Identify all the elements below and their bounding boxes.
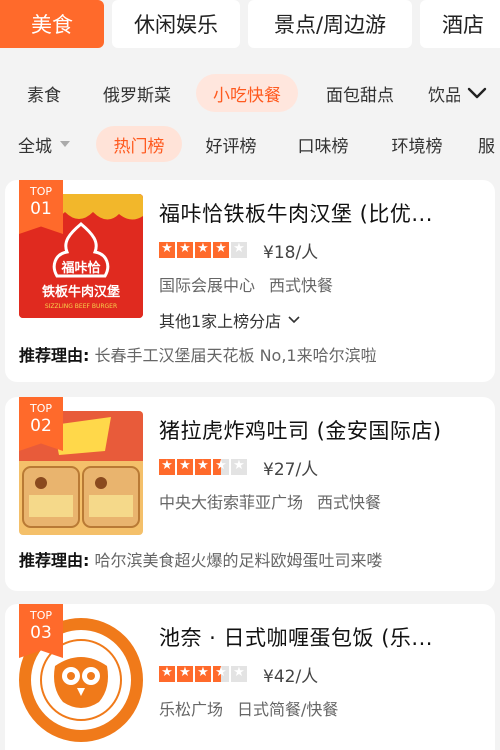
shop-tags: 中央大街索菲亚广场 西式快餐 bbox=[159, 489, 381, 513]
star-icon bbox=[231, 664, 247, 682]
subcat-russian[interactable]: 俄罗斯菜 bbox=[96, 74, 178, 112]
expand-chevron-icon[interactable] bbox=[460, 76, 494, 110]
reason-label: 推荐理由: bbox=[19, 551, 90, 570]
shop-name[interactable]: 池奈 · 日式咖喱蛋包饭 (乐... bbox=[159, 622, 489, 652]
star-icon bbox=[195, 457, 211, 475]
rating-stars bbox=[159, 240, 247, 258]
shop-tags: 乐松广场 日式简餐/快餐 bbox=[159, 696, 338, 720]
recommend-reason: 推荐理由: 长春手工汉堡届天花板 No,1来哈尔滨啦 bbox=[19, 342, 377, 366]
shop-card[interactable]: TOP03 池奈 · 日式咖喱蛋包饭 (乐... ¥42/人 乐松广场 日式简餐… bbox=[5, 604, 495, 750]
star-icon bbox=[177, 240, 193, 258]
star-icon bbox=[195, 240, 211, 258]
star-icon bbox=[177, 664, 193, 682]
price-per-person: ¥42/人 bbox=[263, 667, 319, 687]
star-icon bbox=[231, 240, 247, 258]
rating-stars bbox=[159, 664, 247, 682]
subcategory-tabs: 素食 俄罗斯菜 小吃快餐 面包甜点 饮品 bbox=[0, 70, 500, 116]
rank-tab-service[interactable]: 服 bbox=[478, 126, 500, 162]
logo-sub-text: SIZZLING BEEF BURGER bbox=[45, 303, 117, 310]
category-tabs: 美食 休闲娱乐 景点/周边游 酒店 bbox=[0, 0, 500, 50]
tab-hotel[interactable]: 酒店 bbox=[420, 0, 500, 48]
dropdown-caret-icon bbox=[60, 141, 70, 147]
reason-text: 哈尔滨美食超火爆的足料欧姆蛋吐司来喽 bbox=[94, 551, 383, 570]
star-icon bbox=[195, 664, 211, 682]
star-half-icon bbox=[213, 664, 229, 682]
cuisine-tag: 西式快餐 bbox=[269, 276, 334, 295]
subcat-bakery[interactable]: 面包甜点 bbox=[318, 74, 402, 112]
location-tag: 乐松广场 bbox=[159, 700, 224, 719]
price-per-person: ¥27/人 bbox=[263, 460, 319, 480]
tab-food[interactable]: 美食 bbox=[0, 0, 104, 48]
rank-badge: TOP 03 bbox=[19, 604, 63, 658]
rating-stars bbox=[159, 457, 247, 475]
rank-badge: TOP 02 bbox=[19, 397, 63, 451]
subcat-vegetarian[interactable]: 素食 bbox=[18, 74, 70, 112]
shop-name[interactable]: 福咔恰铁板牛肉汉堡 (比优... bbox=[159, 198, 489, 228]
shop-tags: 国际会展中心 西式快餐 bbox=[159, 272, 333, 296]
cuisine-tag: 西式快餐 bbox=[317, 493, 382, 512]
logo-title-text: 铁板牛肉汉堡 bbox=[41, 284, 120, 300]
location-tag: 中央大街索菲亚广场 bbox=[159, 493, 304, 512]
other-branches-link[interactable]: 其他1家上榜分店 bbox=[159, 308, 301, 332]
location-tag: 国际会展中心 bbox=[159, 276, 256, 295]
star-half-icon bbox=[213, 457, 229, 475]
price-per-person: ¥18/人 bbox=[263, 243, 319, 263]
star-icon bbox=[159, 240, 175, 258]
reason-text: 长春手工汉堡届天花板 No,1来哈尔滨啦 bbox=[94, 346, 377, 365]
logo-brand-text: 福咔恰 bbox=[60, 260, 100, 276]
star-icon bbox=[159, 664, 175, 682]
shop-card[interactable]: TOP02 猪拉虎炸鸡吐司 (金安国际店) ¥27/人 中央大街索菲亚广场 西式… bbox=[5, 397, 495, 591]
reason-label: 推荐理由: bbox=[19, 346, 90, 365]
cuisine-tag: 日式简餐/快餐 bbox=[237, 700, 339, 719]
recommend-reason: 推荐理由: 哈尔滨美食超火爆的足料欧姆蛋吐司来喽 bbox=[19, 547, 383, 571]
star-icon bbox=[159, 457, 175, 475]
tab-attractions[interactable]: 景点/周边游 bbox=[248, 0, 412, 48]
star-icon bbox=[213, 240, 229, 258]
chevron-down-icon bbox=[288, 316, 300, 324]
rank-badge: TOP 01 bbox=[19, 180, 63, 234]
subcat-snacks[interactable]: 小吃快餐 bbox=[196, 74, 298, 112]
rank-tab-environment[interactable]: 环境榜 bbox=[384, 126, 450, 162]
rank-tab-hot[interactable]: 热门榜 bbox=[96, 126, 182, 162]
area-dropdown[interactable]: 全城 bbox=[18, 126, 82, 162]
star-icon bbox=[177, 457, 193, 475]
shop-name[interactable]: 猪拉虎炸鸡吐司 (金安国际店) bbox=[159, 415, 489, 445]
tab-leisure[interactable]: 休闲娱乐 bbox=[112, 0, 240, 48]
branches-label: 其他1家上榜分店 bbox=[159, 312, 282, 331]
rank-tab-rating[interactable]: 好评榜 bbox=[198, 126, 264, 162]
shop-card[interactable]: TOP 01 福咔恰 铁板牛肉汉堡 SIZZLING BEEF BURGER 福咔… bbox=[5, 180, 495, 382]
rank-tab-taste[interactable]: 口味榜 bbox=[290, 126, 356, 162]
ranking-filter: 全城 热门榜 好评榜 口味榜 环境榜 服 bbox=[0, 124, 500, 164]
area-label: 全城 bbox=[18, 136, 52, 157]
star-icon bbox=[231, 457, 247, 475]
